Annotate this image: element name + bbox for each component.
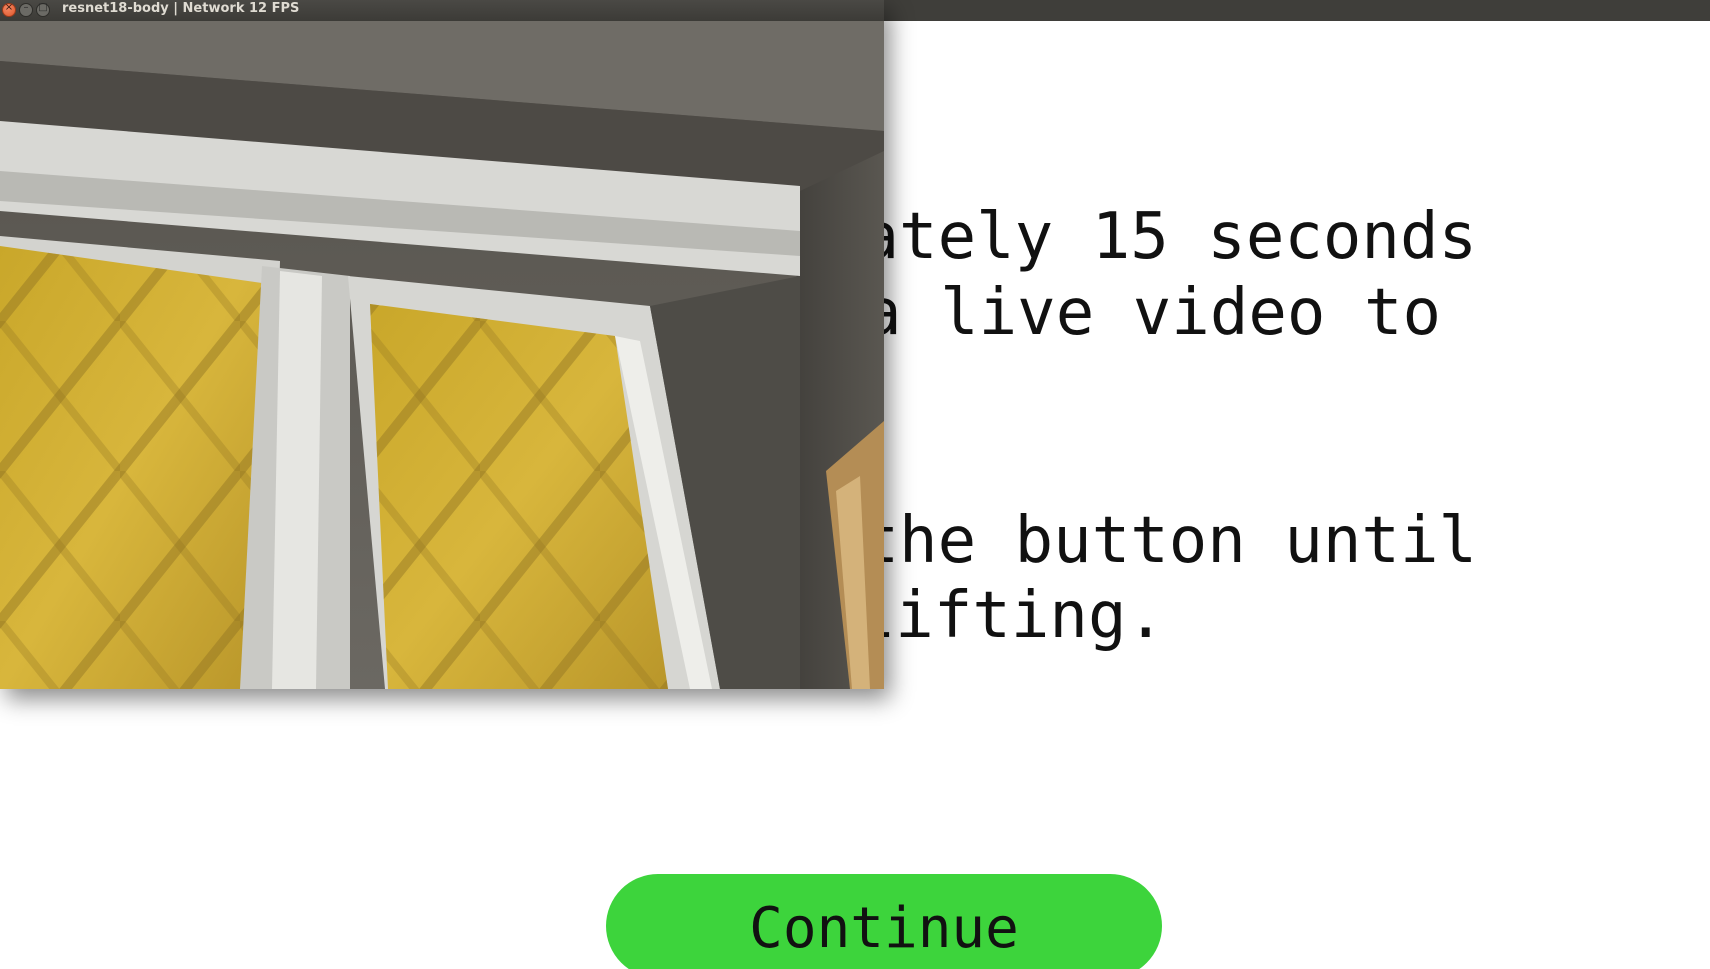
close-icon: × — [4, 2, 14, 13]
maximize-icon: □ — [38, 2, 48, 13]
camera-video-feed — [0, 21, 884, 689]
instruction-line-4: lifting. — [856, 579, 1165, 653]
instruction-line-3: the button until — [860, 504, 1478, 578]
minimize-window-button[interactable]: – — [19, 2, 33, 17]
window-titlebar[interactable]: × – □ resnet18-body | Network 12 FPS — [0, 0, 884, 21]
video-window[interactable]: × – □ resnet18-body | Network 12 FPS — [0, 0, 884, 689]
maximize-window-button[interactable]: □ — [36, 2, 50, 17]
window-title: resnet18-body | Network 12 FPS — [62, 1, 300, 16]
continue-button-label: Continue — [749, 896, 1019, 961]
minimize-icon: – — [23, 2, 29, 13]
continue-button[interactable]: Continue — [606, 874, 1162, 969]
screen: ately 15 seconds a live video to the but… — [0, 0, 1710, 969]
instruction-line-1: ately 15 seconds — [860, 200, 1478, 274]
close-window-button[interactable]: × — [2, 2, 16, 17]
instruction-line-2: a live video to — [863, 276, 1441, 350]
